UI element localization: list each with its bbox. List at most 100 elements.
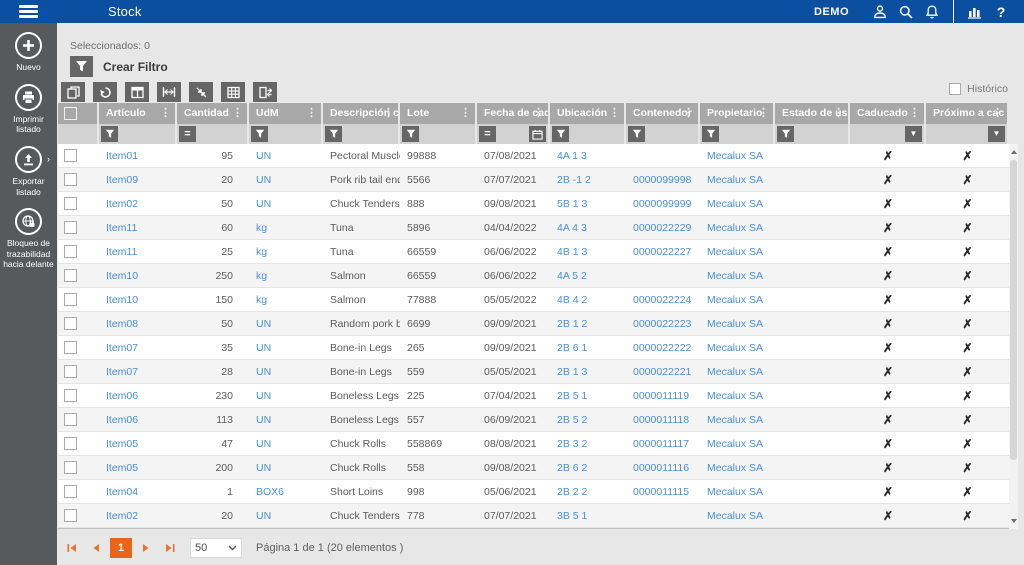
cell-link-articulo[interactable]: Item10	[106, 294, 138, 306]
cell-link-ubicacion[interactable]: 2B -1 2	[557, 174, 591, 186]
cell-link-articulo[interactable]: Item07	[106, 342, 138, 354]
cell-link-udm[interactable]: UN	[256, 342, 271, 354]
cell-link-udm[interactable]: kg	[256, 270, 267, 282]
grid-icon[interactable]	[221, 82, 245, 102]
column-header-udm[interactable]: UdM ⋮	[249, 103, 323, 124]
reports-chart-icon[interactable]	[962, 0, 988, 23]
export-grid-icon[interactable]	[61, 82, 85, 102]
cell-link-udm[interactable]: BOX6	[256, 486, 284, 498]
row-checkbox[interactable]	[64, 317, 77, 330]
text-filter-icon[interactable]	[628, 126, 645, 142]
cell-link-propietario[interactable]: Mecalux SA	[707, 150, 763, 162]
column-header-icon[interactable]	[125, 82, 149, 102]
cell-link-contenedor[interactable]: 0000011117	[633, 438, 689, 450]
hamburger-menu-icon[interactable]	[0, 3, 57, 21]
cell-link-contenedor[interactable]: 0000022227	[633, 246, 691, 258]
row-checkbox[interactable]	[64, 437, 77, 450]
cell-link-propietario[interactable]: Mecalux SA	[707, 318, 763, 330]
first-page-button[interactable]	[62, 538, 82, 558]
cell-link-propietario[interactable]: Mecalux SA	[707, 510, 763, 522]
equals-filter-icon[interactable]: =	[479, 126, 496, 142]
cell-link-ubicacion[interactable]: 2B 6 1	[557, 342, 587, 354]
text-filter-icon[interactable]	[552, 126, 569, 142]
column-menu-icon[interactable]: ⋮	[383, 106, 394, 119]
cell-link-articulo[interactable]: Item02	[106, 510, 138, 522]
sidebar-item-bloqueo-trazabilidad[interactable]: Bloqueo de trazabilidad hacia delante	[0, 208, 57, 270]
column-menu-icon[interactable]: ⋮	[992, 106, 1003, 119]
cell-link-articulo[interactable]: Item01	[106, 150, 138, 162]
row-checkbox[interactable]	[64, 173, 77, 186]
text-filter-icon[interactable]	[777, 126, 794, 142]
cell-link-contenedor[interactable]: 0000022221	[633, 366, 691, 378]
cell-link-udm[interactable]: UN	[256, 318, 271, 330]
column-header-fecha[interactable]: Fecha de cadu ⋮	[477, 103, 550, 124]
last-page-button[interactable]	[160, 538, 180, 558]
row-checkbox[interactable]	[64, 269, 77, 282]
cell-link-articulo[interactable]: Item08	[106, 318, 138, 330]
dropdown-filter-icon[interactable]: ▼	[988, 126, 1005, 142]
cell-link-udm[interactable]: UN	[256, 198, 271, 210]
cell-link-contenedor[interactable]: 0000011119	[633, 390, 689, 402]
cell-link-ubicacion[interactable]: 2B 1 2	[557, 318, 587, 330]
column-header-ubicacion[interactable]: Ubicación ⋮	[550, 103, 626, 124]
cell-link-ubicacion[interactable]: 2B 5 2	[557, 414, 587, 426]
cell-link-propietario[interactable]: Mecalux SA	[707, 222, 763, 234]
text-filter-icon[interactable]	[325, 126, 342, 142]
cell-link-ubicacion[interactable]: 2B 3 2	[557, 438, 587, 450]
cell-link-contenedor[interactable]: 0000022224	[633, 294, 691, 306]
column-header-proximo[interactable]: Próximo a cac ⋮	[926, 103, 1009, 124]
column-header-cantidad[interactable]: Cantidad ⋮	[177, 103, 249, 124]
column-menu-icon[interactable]: ⋮	[609, 106, 620, 119]
row-checkbox[interactable]	[64, 485, 77, 498]
cell-link-propietario[interactable]: Mecalux SA	[707, 390, 763, 402]
cell-link-articulo[interactable]: Item06	[106, 390, 138, 402]
select-all-checkbox[interactable]	[64, 107, 77, 120]
row-checkbox[interactable]	[64, 293, 77, 306]
cell-link-udm[interactable]: kg	[256, 246, 267, 258]
column-menu-icon[interactable]: ⋮	[909, 106, 920, 119]
cell-link-ubicacion[interactable]: 4A 1 3	[557, 150, 587, 162]
column-menu-icon[interactable]: ⋮	[833, 106, 844, 119]
cell-link-articulo[interactable]: Item02	[106, 198, 138, 210]
cell-link-propietario[interactable]: Mecalux SA	[707, 198, 763, 210]
previous-page-button[interactable]	[86, 538, 106, 558]
cell-link-propietario[interactable]: Mecalux SA	[707, 414, 763, 426]
cell-link-ubicacion[interactable]: 2B 5 1	[557, 390, 587, 402]
cell-link-contenedor[interactable]: 0000011115	[633, 486, 689, 498]
cell-link-articulo[interactable]: Item05	[106, 438, 138, 450]
column-menu-icon[interactable]: ⋮	[533, 106, 544, 119]
row-checkbox[interactable]	[64, 197, 77, 210]
column-header-contenedor[interactable]: Contenedor ⋮	[626, 103, 700, 124]
column-menu-icon[interactable]: ⋮	[460, 106, 471, 119]
cell-link-udm[interactable]: UN	[256, 390, 271, 402]
cell-link-articulo[interactable]: Item11	[106, 246, 137, 258]
cell-link-propietario[interactable]: Mecalux SA	[707, 174, 763, 186]
notifications-bell-icon[interactable]	[919, 0, 945, 23]
cell-link-propietario[interactable]: Mecalux SA	[707, 462, 763, 474]
cell-link-propietario[interactable]: Mecalux SA	[707, 294, 763, 306]
select-all-header-cell[interactable]	[58, 103, 99, 124]
column-menu-icon[interactable]: ⋮	[306, 106, 317, 119]
row-checkbox[interactable]	[64, 149, 77, 162]
column-header-lote[interactable]: Lote ⋮	[400, 103, 477, 124]
cell-link-contenedor[interactable]: 0000099998	[633, 174, 691, 186]
cell-link-udm[interactable]: UN	[256, 366, 271, 378]
cell-link-ubicacion[interactable]: 3B 5 1	[557, 510, 587, 522]
cell-link-ubicacion[interactable]: 4A 5 2	[557, 270, 587, 282]
sidebar-item-exportar-listado[interactable]: › Exportar listado	[0, 145, 57, 197]
cell-link-udm[interactable]: UN	[256, 174, 271, 186]
cell-link-ubicacion[interactable]: 2B 1 3	[557, 366, 587, 378]
column-menu-icon[interactable]: ⋮	[683, 106, 694, 119]
page-size-select[interactable]: 50	[190, 538, 242, 558]
dropdown-filter-icon[interactable]: ▼	[905, 126, 922, 142]
historico-checkbox[interactable]	[949, 83, 962, 95]
vertical-scrollbar[interactable]	[1009, 144, 1018, 529]
calendar-icon[interactable]	[529, 126, 546, 142]
sidebar-item-imprimir-listado[interactable]: Imprimir listado	[0, 83, 57, 135]
user-icon[interactable]	[867, 0, 893, 23]
cell-link-articulo[interactable]: Item11	[106, 222, 137, 234]
restore-columns-icon[interactable]	[253, 82, 277, 102]
scroll-up-icon[interactable]	[1009, 146, 1018, 158]
column-menu-icon[interactable]: ⋮	[232, 106, 243, 119]
column-menu-icon[interactable]: ⋮	[758, 106, 769, 119]
